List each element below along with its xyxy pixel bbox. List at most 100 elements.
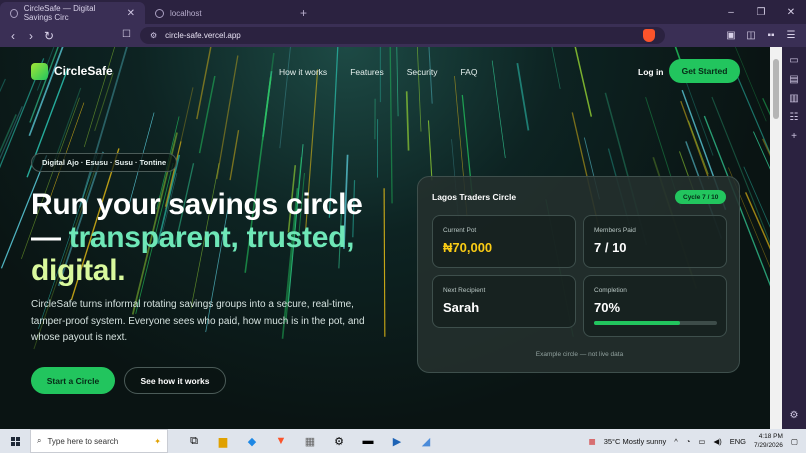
completion-stat: Completion 70% [583,275,727,337]
tab-close-icon[interactable]: ✕ [127,8,135,19]
headline-line3: digital. [31,254,126,287]
current-pot-stat: Current Pot ₦70,000 [432,215,576,268]
network-icon[interactable]: ◔ [686,437,691,446]
light-ray [688,120,709,175]
tab-localhost[interactable]: localhost [145,2,290,24]
cycle-badge: Cycle 7 / 10 [675,190,727,204]
members-paid-stat: Members Paid 7 / 10 [583,215,727,268]
stat-label: Members Paid [594,227,636,234]
back-icon[interactable]: ‹ [4,29,22,43]
reload-icon[interactable]: ↻ [40,29,58,43]
system-tray: ▦ 35°C Mostly sunny ^ ◔ ▭ ◀) ENG 4:18 PM… [589,429,806,453]
pinned-apps: ⧉ ▆ ◆ ▼ ▦ ⚙ ▬ ▶ ◢ [184,431,436,451]
start-circle-button[interactable]: Start a Circle [31,367,115,394]
terminal-icon[interactable]: ▬ [358,431,378,451]
app-icon[interactable]: ▦ [300,431,320,451]
taskbar-search[interactable]: ⌕ Type here to search ✦ [30,429,168,453]
nav-security[interactable]: Security [407,67,438,77]
tagline-pill: Digital Ajo · Esusu · Susu · Tontine [31,153,178,172]
light-ray [743,166,770,228]
weather-text[interactable]: 35°C Mostly sunny [604,437,667,446]
brave-shields-icon[interactable] [643,29,655,42]
light-ray [405,91,410,151]
toolbar-actions: ▣ ◫ ▪▪ ☰ [722,24,806,47]
wallet-icon[interactable]: ▤ [789,74,798,85]
clock-date: 7/29/2026 [753,442,783,449]
stat-value: Sarah [443,300,480,315]
url-text: circle-safe.vercel.app [165,31,241,40]
settings-app-icon[interactable]: ⚙ [329,431,349,451]
see-how-it-works-button[interactable]: See how it works [124,367,226,394]
clock-time: 4:18 PM [758,433,783,440]
card-disclaimer: Example circle — not live data [535,351,624,358]
light-ray [427,120,433,181]
volume-icon[interactable]: ◀) [713,437,721,446]
logo-text[interactable]: CircleSafe [54,64,113,78]
windows-taskbar: ⌕ Type here to search ✦ ⧉ ▆ ◆ ▼ ▦ ⚙ ▬ ▶ … [0,429,806,453]
close-window-button[interactable]: ✕ [776,0,806,24]
site-header: CircleSafe How it works Features Securit… [0,47,770,97]
start-button[interactable] [0,429,30,453]
scrollbar-thumb[interactable] [773,59,779,119]
globe-icon [155,8,164,18]
search-placeholder: Type here to search [47,436,119,446]
weather-icon[interactable]: ▦ [589,437,596,446]
notifications-icon[interactable]: ▢ [791,437,798,446]
media-icon[interactable]: ▭ [789,55,798,66]
add-icon[interactable]: + [791,131,797,142]
new-tab-button[interactable]: + [290,2,317,24]
window-controls: – ❐ ✕ [716,0,806,24]
minimize-button[interactable]: – [716,0,746,24]
menu-icon[interactable]: ☰ [782,30,800,41]
task-view-icon[interactable]: ⧉ [184,431,204,451]
search-highlight-icon: ✦ [154,436,161,446]
light-ray [752,131,770,170]
stat-value: 7 / 10 [594,240,627,255]
completion-progress-bar [594,321,717,325]
sidebar-toggle-icon[interactable]: ◫ [742,30,760,41]
stat-label: Next Recipient [443,287,486,294]
clock[interactable]: 4:18 PM 7/29/2026 [754,432,783,450]
windows-icon [10,436,20,446]
headline-gradient: transparent, trusted, [68,221,355,254]
battery-icon[interactable]: ▭ [698,437,705,446]
nav-how-it-works[interactable]: How it works [279,67,327,77]
browser-toolbar: ‹ › ↻ ☐ ⚙ circle-safe.vercel.app ▣ ◫ ▪▪ … [0,24,806,47]
file-explorer-icon[interactable]: ▆ [213,431,233,451]
tab-circlesafe[interactable]: CircleSafe — Digital Savings Circ ✕ [0,2,145,24]
get-started-button[interactable]: Get Started [669,59,740,83]
stat-label: Current Pot [443,227,477,234]
completion-progress-fill [594,321,681,325]
brave-icon[interactable]: ▼ [271,431,291,451]
translate-icon[interactable]: ▣ [722,30,740,41]
site-info-icon[interactable]: ⚙ [150,31,157,40]
bookmark-icon[interactable]: ☐ [122,29,131,40]
stat-value: ₦70,000 [443,240,493,255]
powershell-icon[interactable]: ▶ [387,431,407,451]
logo-icon [31,63,48,80]
login-link[interactable]: Log in [638,67,664,77]
page-viewport: CircleSafe How it works Features Securit… [0,47,770,429]
nav-features[interactable]: Features [350,67,384,77]
headline-line2: — transparent, trusted, [31,221,355,254]
stat-label: Completion [594,287,627,294]
settings-icon[interactable]: ⚙ [790,410,799,421]
wallet-icon[interactable]: ▪▪ [762,30,780,41]
language-indicator[interactable]: ENG [730,437,746,446]
bookmarks-icon[interactable]: ▥ [789,93,798,104]
next-recipient-stat: Next Recipient Sarah [432,275,576,328]
app2-icon[interactable]: ◢ [416,431,436,451]
page-scrollbar[interactable] [770,47,782,429]
search-icon: ⌕ [37,436,42,445]
forward-icon[interactable]: › [22,29,40,43]
browser-sidebar: ▭ ▤ ▥ ☷ + ⚙ [782,47,806,429]
globe-icon [10,8,18,18]
stat-value: 70% [594,300,621,315]
vscode-icon[interactable]: ◆ [242,431,262,451]
tray-chevron-icon[interactable]: ^ [674,437,678,446]
maximize-button[interactable]: ❐ [746,0,776,24]
reading-list-icon[interactable]: ☷ [790,112,799,123]
example-circle-card: Lagos Traders Circle Cycle 7 / 10 Curren… [417,176,740,373]
address-bar[interactable]: ⚙ circle-safe.vercel.app [140,27,665,44]
nav-faq[interactable]: FAQ [460,67,477,77]
